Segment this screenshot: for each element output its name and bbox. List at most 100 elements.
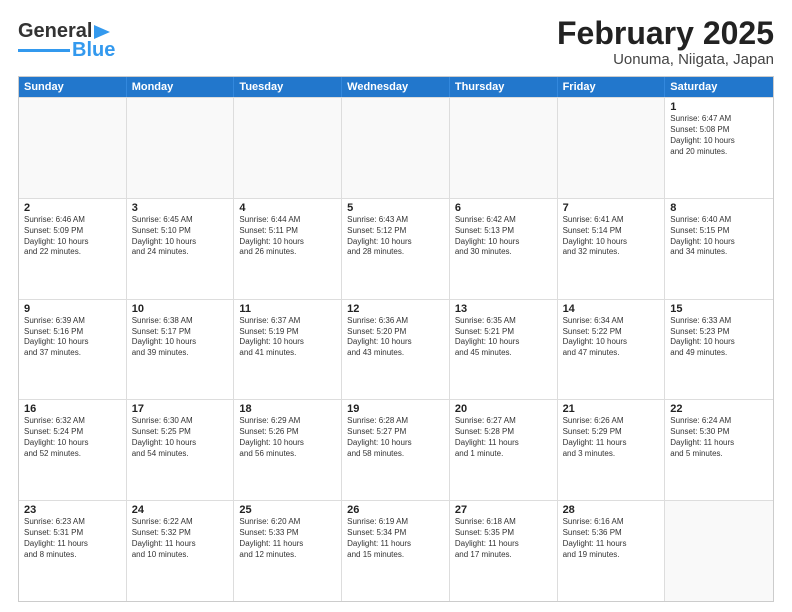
day-info: Sunrise: 6:28 AM Sunset: 5:27 PM Dayligh… bbox=[347, 416, 444, 459]
cal-cell-r0-c0 bbox=[19, 98, 127, 198]
day-info: Sunrise: 6:16 AM Sunset: 5:36 PM Dayligh… bbox=[563, 517, 660, 560]
day-number: 9 bbox=[24, 303, 121, 315]
day-info: Sunrise: 6:36 AM Sunset: 5:20 PM Dayligh… bbox=[347, 316, 444, 359]
day-number: 2 bbox=[24, 202, 121, 214]
cal-cell-r1-c4: 6Sunrise: 6:42 AM Sunset: 5:13 PM Daylig… bbox=[450, 199, 558, 299]
cal-row-0: 1Sunrise: 6:47 AM Sunset: 5:08 PM Daylig… bbox=[19, 97, 773, 198]
calendar-title: February 2025 bbox=[557, 16, 774, 51]
calendar: Sunday Monday Tuesday Wednesday Thursday… bbox=[18, 76, 774, 602]
logo: General Blue bbox=[18, 20, 115, 62]
cal-cell-r2-c6: 15Sunrise: 6:33 AM Sunset: 5:23 PM Dayli… bbox=[665, 300, 773, 400]
page: General Blue February 2025 Uonuma, Niiga… bbox=[0, 0, 792, 612]
day-info: Sunrise: 6:40 AM Sunset: 5:15 PM Dayligh… bbox=[670, 215, 768, 258]
day-info: Sunrise: 6:24 AM Sunset: 5:30 PM Dayligh… bbox=[670, 416, 768, 459]
cal-cell-r2-c4: 13Sunrise: 6:35 AM Sunset: 5:21 PM Dayli… bbox=[450, 300, 558, 400]
day-info: Sunrise: 6:45 AM Sunset: 5:10 PM Dayligh… bbox=[132, 215, 229, 258]
cal-cell-r1-c5: 7Sunrise: 6:41 AM Sunset: 5:14 PM Daylig… bbox=[558, 199, 666, 299]
header-sunday: Sunday bbox=[19, 77, 127, 97]
day-info: Sunrise: 6:20 AM Sunset: 5:33 PM Dayligh… bbox=[239, 517, 336, 560]
day-info: Sunrise: 6:27 AM Sunset: 5:28 PM Dayligh… bbox=[455, 416, 552, 459]
day-number: 14 bbox=[563, 303, 660, 315]
cal-cell-r0-c1 bbox=[127, 98, 235, 198]
day-info: Sunrise: 6:41 AM Sunset: 5:14 PM Dayligh… bbox=[563, 215, 660, 258]
cal-cell-r3-c4: 20Sunrise: 6:27 AM Sunset: 5:28 PM Dayli… bbox=[450, 400, 558, 500]
day-info: Sunrise: 6:46 AM Sunset: 5:09 PM Dayligh… bbox=[24, 215, 121, 258]
cal-cell-r0-c4 bbox=[450, 98, 558, 198]
cal-cell-r0-c3 bbox=[342, 98, 450, 198]
day-info: Sunrise: 6:32 AM Sunset: 5:24 PM Dayligh… bbox=[24, 416, 121, 459]
title-block: February 2025 Uonuma, Niigata, Japan bbox=[557, 16, 774, 68]
day-number: 4 bbox=[239, 202, 336, 214]
cal-row-3: 16Sunrise: 6:32 AM Sunset: 5:24 PM Dayli… bbox=[19, 399, 773, 500]
calendar-header: Sunday Monday Tuesday Wednesday Thursday… bbox=[19, 77, 773, 97]
day-number: 10 bbox=[132, 303, 229, 315]
day-info: Sunrise: 6:30 AM Sunset: 5:25 PM Dayligh… bbox=[132, 416, 229, 459]
calendar-subtitle: Uonuma, Niigata, Japan bbox=[557, 51, 774, 68]
day-info: Sunrise: 6:34 AM Sunset: 5:22 PM Dayligh… bbox=[563, 316, 660, 359]
day-info: Sunrise: 6:33 AM Sunset: 5:23 PM Dayligh… bbox=[670, 316, 768, 359]
day-number: 23 bbox=[24, 504, 121, 516]
day-number: 7 bbox=[563, 202, 660, 214]
day-info: Sunrise: 6:18 AM Sunset: 5:35 PM Dayligh… bbox=[455, 517, 552, 560]
day-number: 12 bbox=[347, 303, 444, 315]
header: General Blue February 2025 Uonuma, Niiga… bbox=[18, 16, 774, 68]
day-number: 1 bbox=[670, 101, 768, 113]
day-number: 24 bbox=[132, 504, 229, 516]
header-thursday: Thursday bbox=[450, 77, 558, 97]
day-number: 20 bbox=[455, 403, 552, 415]
day-number: 6 bbox=[455, 202, 552, 214]
cal-cell-r4-c4: 27Sunrise: 6:18 AM Sunset: 5:35 PM Dayli… bbox=[450, 501, 558, 601]
day-number: 28 bbox=[563, 504, 660, 516]
cal-cell-r3-c6: 22Sunrise: 6:24 AM Sunset: 5:30 PM Dayli… bbox=[665, 400, 773, 500]
cal-cell-r2-c3: 12Sunrise: 6:36 AM Sunset: 5:20 PM Dayli… bbox=[342, 300, 450, 400]
day-number: 19 bbox=[347, 403, 444, 415]
day-number: 16 bbox=[24, 403, 121, 415]
cal-cell-r1-c1: 3Sunrise: 6:45 AM Sunset: 5:10 PM Daylig… bbox=[127, 199, 235, 299]
header-tuesday: Tuesday bbox=[234, 77, 342, 97]
cal-row-4: 23Sunrise: 6:23 AM Sunset: 5:31 PM Dayli… bbox=[19, 500, 773, 601]
day-info: Sunrise: 6:22 AM Sunset: 5:32 PM Dayligh… bbox=[132, 517, 229, 560]
day-info: Sunrise: 6:43 AM Sunset: 5:12 PM Dayligh… bbox=[347, 215, 444, 258]
cal-cell-r1-c0: 2Sunrise: 6:46 AM Sunset: 5:09 PM Daylig… bbox=[19, 199, 127, 299]
cal-cell-r3-c5: 21Sunrise: 6:26 AM Sunset: 5:29 PM Dayli… bbox=[558, 400, 666, 500]
day-number: 22 bbox=[670, 403, 768, 415]
cal-cell-r4-c3: 26Sunrise: 6:19 AM Sunset: 5:34 PM Dayli… bbox=[342, 501, 450, 601]
day-info: Sunrise: 6:26 AM Sunset: 5:29 PM Dayligh… bbox=[563, 416, 660, 459]
header-monday: Monday bbox=[127, 77, 235, 97]
header-friday: Friday bbox=[558, 77, 666, 97]
day-info: Sunrise: 6:19 AM Sunset: 5:34 PM Dayligh… bbox=[347, 517, 444, 560]
cal-cell-r0-c2 bbox=[234, 98, 342, 198]
day-number: 26 bbox=[347, 504, 444, 516]
cal-cell-r2-c1: 10Sunrise: 6:38 AM Sunset: 5:17 PM Dayli… bbox=[127, 300, 235, 400]
cal-row-1: 2Sunrise: 6:46 AM Sunset: 5:09 PM Daylig… bbox=[19, 198, 773, 299]
day-number: 15 bbox=[670, 303, 768, 315]
day-number: 8 bbox=[670, 202, 768, 214]
cal-cell-r2-c2: 11Sunrise: 6:37 AM Sunset: 5:19 PM Dayli… bbox=[234, 300, 342, 400]
cal-cell-r1-c3: 5Sunrise: 6:43 AM Sunset: 5:12 PM Daylig… bbox=[342, 199, 450, 299]
day-number: 11 bbox=[239, 303, 336, 315]
cal-cell-r3-c0: 16Sunrise: 6:32 AM Sunset: 5:24 PM Dayli… bbox=[19, 400, 127, 500]
day-number: 27 bbox=[455, 504, 552, 516]
day-number: 5 bbox=[347, 202, 444, 214]
cal-cell-r4-c5: 28Sunrise: 6:16 AM Sunset: 5:36 PM Dayli… bbox=[558, 501, 666, 601]
cal-cell-r3-c2: 18Sunrise: 6:29 AM Sunset: 5:26 PM Dayli… bbox=[234, 400, 342, 500]
cal-cell-r4-c6 bbox=[665, 501, 773, 601]
day-number: 21 bbox=[563, 403, 660, 415]
cal-cell-r4-c2: 25Sunrise: 6:20 AM Sunset: 5:33 PM Dayli… bbox=[234, 501, 342, 601]
cal-cell-r3-c1: 17Sunrise: 6:30 AM Sunset: 5:25 PM Dayli… bbox=[127, 400, 235, 500]
cal-cell-r3-c3: 19Sunrise: 6:28 AM Sunset: 5:27 PM Dayli… bbox=[342, 400, 450, 500]
day-info: Sunrise: 6:42 AM Sunset: 5:13 PM Dayligh… bbox=[455, 215, 552, 258]
cal-cell-r0-c6: 1Sunrise: 6:47 AM Sunset: 5:08 PM Daylig… bbox=[665, 98, 773, 198]
day-info: Sunrise: 6:44 AM Sunset: 5:11 PM Dayligh… bbox=[239, 215, 336, 258]
day-number: 25 bbox=[239, 504, 336, 516]
day-info: Sunrise: 6:35 AM Sunset: 5:21 PM Dayligh… bbox=[455, 316, 552, 359]
day-info: Sunrise: 6:29 AM Sunset: 5:26 PM Dayligh… bbox=[239, 416, 336, 459]
calendar-body: 1Sunrise: 6:47 AM Sunset: 5:08 PM Daylig… bbox=[19, 97, 773, 601]
day-info: Sunrise: 6:37 AM Sunset: 5:19 PM Dayligh… bbox=[239, 316, 336, 359]
header-wednesday: Wednesday bbox=[342, 77, 450, 97]
logo-blue: Blue bbox=[72, 39, 115, 62]
day-number: 18 bbox=[239, 403, 336, 415]
header-saturday: Saturday bbox=[665, 77, 773, 97]
cal-cell-r4-c1: 24Sunrise: 6:22 AM Sunset: 5:32 PM Dayli… bbox=[127, 501, 235, 601]
day-info: Sunrise: 6:23 AM Sunset: 5:31 PM Dayligh… bbox=[24, 517, 121, 560]
